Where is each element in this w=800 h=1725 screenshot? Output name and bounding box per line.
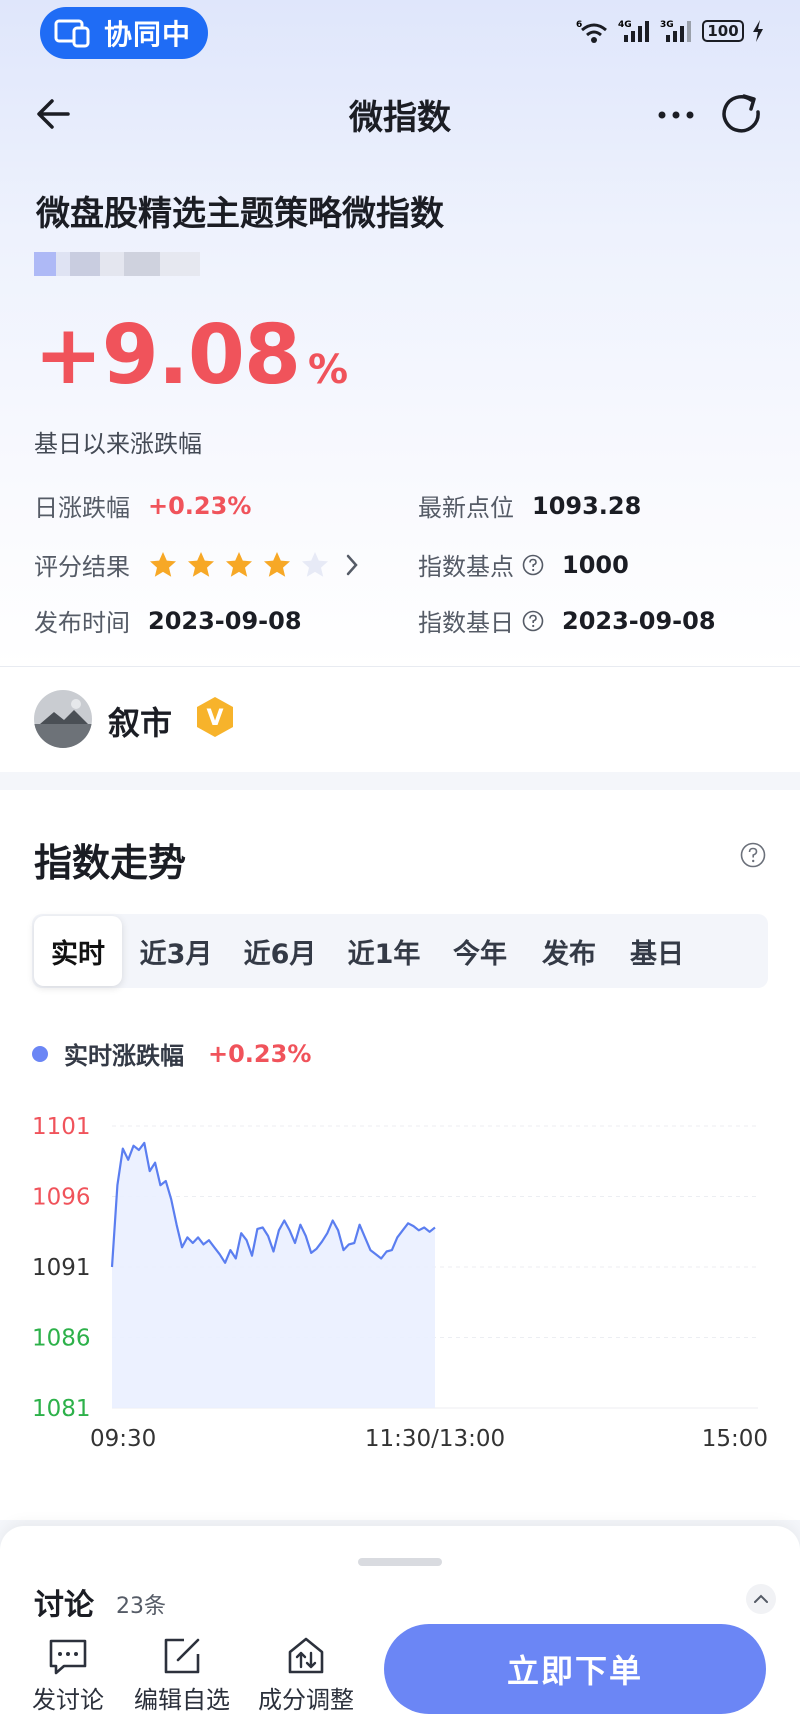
status-bar: 协同中 6 4G 3G 100: [0, 0, 800, 66]
index-name: 微盘股精选主题策略微指数: [36, 194, 444, 234]
since-base-label: 基日以来涨跌幅: [34, 430, 202, 458]
constituent-adjust-label: 成分调整: [258, 1686, 354, 1714]
trend-card: 指数走势 实时 近3月 近6月 近1年 今年 发布 基日 实时涨跌幅 +0.23% 1101…: [0, 790, 800, 1520]
collab-pill[interactable]: 协同中: [40, 7, 208, 59]
y-tick-label: 1081: [32, 1396, 91, 1422]
author-name: 叙市: [108, 704, 173, 742]
base-point-label: 指数基点: [418, 553, 514, 581]
y-tick-label: 1091: [32, 1255, 91, 1281]
tab-6[interactable]: 基日: [614, 914, 700, 988]
charging-icon: [753, 20, 763, 42]
base-date-label: 指数基日: [418, 609, 514, 637]
tab-3[interactable]: 近1年: [332, 914, 436, 988]
signal-3g-icon: 3G: [660, 20, 691, 42]
tab-4[interactable]: 今年: [436, 914, 524, 988]
avatar[interactable]: [34, 690, 92, 748]
order-now-button[interactable]: 立即下单: [384, 1624, 766, 1714]
sheet-grabber[interactable]: [358, 1558, 442, 1566]
multi-device-icon: [54, 19, 90, 48]
constituent-adjust-button[interactable]: 成分调整: [258, 1634, 354, 1715]
star-filled-icon: [188, 551, 214, 577]
intraday-chart[interactable]: 1101 1096 1091 1086 1081 09:30 11:30/13:00 15:0…: [0, 1090, 800, 1490]
edit-icon: [164, 1638, 200, 1674]
svg-text:V: V: [206, 706, 223, 731]
latest-point: 最新点位 1093.28: [418, 488, 641, 523]
adjust-icon: [288, 1637, 324, 1674]
legend-label: 实时涨跌幅: [64, 1042, 184, 1070]
daily-change: 日涨跌幅 +0.23%: [34, 488, 251, 523]
legend-value: +0.23%: [208, 1039, 312, 1068]
chart-legend: 实时涨跌幅 +0.23%: [32, 1036, 311, 1071]
discussion-title[interactable]: 讨论: [34, 1580, 94, 1624]
refresh-icon[interactable]: [718, 90, 766, 138]
tab-5[interactable]: 发布: [524, 914, 614, 988]
tab-1[interactable]: 近3月: [124, 914, 228, 988]
base-date-value: 2023-09-08: [562, 606, 716, 635]
collab-label: 协同中: [104, 18, 192, 51]
y-tick-label: 1086: [32, 1326, 91, 1352]
publish-time-label: 发布时间: [34, 609, 130, 637]
bottom-sheet: 讨论 23条 发讨论 编辑自选 成分调整 立即下单: [0, 1526, 800, 1725]
verified-badge-icon: V: [197, 697, 233, 737]
edit-watchlist-button[interactable]: 编辑自选: [134, 1634, 230, 1715]
wifi-icon: 6: [576, 20, 607, 43]
blurred-text-placeholder: [34, 252, 200, 276]
star-filled-icon: [264, 551, 290, 577]
x-tick-label: 09:30: [90, 1426, 156, 1452]
x-tick-label: 11:30/13:00: [365, 1426, 505, 1452]
svg-text:4G: 4G: [618, 20, 632, 30]
top-nav: 微指数: [0, 78, 800, 148]
base-point-value: 1000: [562, 550, 629, 579]
change-since-base-value: +9.08: [34, 308, 301, 403]
discussion-count: 23条: [116, 1594, 166, 1619]
x-tick-label: 15:00: [702, 1426, 768, 1452]
rating[interactable]: 评分结果: [34, 547, 360, 582]
daily-change-value: +0.23%: [148, 491, 252, 520]
system-icons: 6 4G 3G 100: [576, 18, 764, 44]
star-filled-icon: [150, 551, 176, 577]
post-discussion-button[interactable]: 发讨论: [32, 1634, 104, 1715]
chevron-right-icon[interactable]: [344, 552, 360, 578]
battery-indicator: 100: [702, 20, 744, 42]
svg-text:3G: 3G: [660, 20, 674, 30]
trend-title: 指数走势: [34, 841, 187, 885]
comment-icon: [49, 1639, 87, 1675]
rating-stars: [148, 550, 330, 580]
publish-time: 发布时间 2023-09-08: [34, 603, 302, 638]
star-empty-icon: [302, 551, 328, 577]
legend-dot: [32, 1045, 48, 1062]
signal-4g-icon: 4G: [618, 20, 649, 42]
more-icon[interactable]: [654, 100, 698, 130]
tab-2[interactable]: 近6月: [228, 914, 332, 988]
help-icon[interactable]: [522, 554, 544, 576]
y-tick-label: 1101: [32, 1114, 91, 1140]
rating-label: 评分结果: [34, 553, 130, 581]
star-filled-icon: [226, 551, 252, 577]
change-since-base: +9.08 %: [34, 308, 348, 403]
latest-point-value: 1093.28: [532, 491, 642, 520]
svg-text:6: 6: [576, 20, 582, 30]
base-date: 指数基日 2023-09-08: [418, 603, 716, 638]
chevron-up-icon[interactable]: [746, 1584, 776, 1614]
y-tick-label: 1096: [32, 1185, 91, 1211]
period-tabs: 实时 近3月 近6月 近1年 今年 发布 基日: [32, 914, 768, 988]
base-point: 指数基点 1000: [418, 547, 629, 582]
divider: [0, 666, 800, 667]
publish-time-value: 2023-09-08: [148, 606, 302, 635]
help-icon[interactable]: [522, 610, 544, 632]
post-discussion-label: 发讨论: [32, 1686, 104, 1714]
edit-watchlist-label: 编辑自选: [134, 1686, 230, 1714]
tab-0[interactable]: 实时: [34, 916, 122, 986]
author-row[interactable]: 叙市 V: [0, 668, 800, 772]
help-icon[interactable]: [740, 842, 766, 868]
daily-change-label: 日涨跌幅: [34, 494, 130, 522]
latest-point-label: 最新点位: [418, 494, 514, 522]
change-unit: %: [308, 347, 349, 393]
